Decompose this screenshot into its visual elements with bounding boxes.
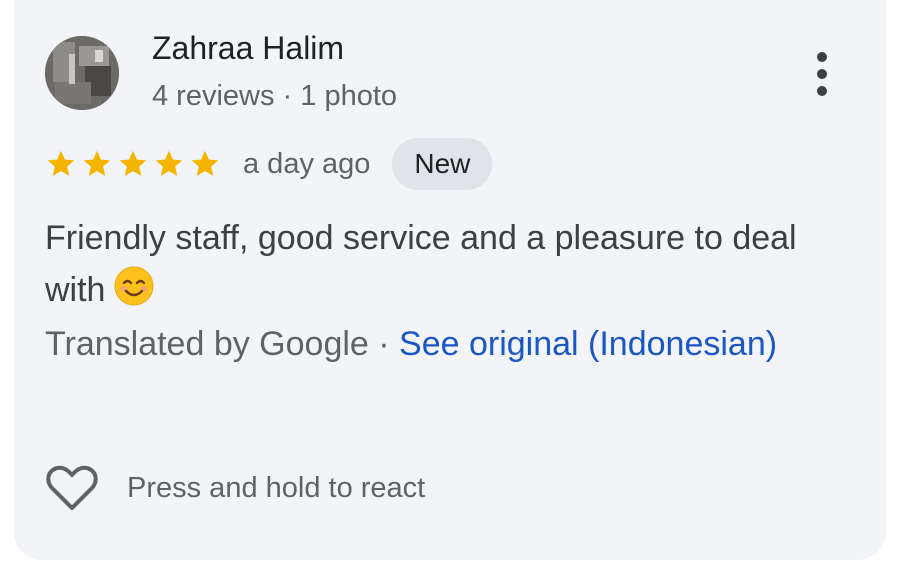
- new-badge: New: [392, 138, 493, 190]
- star-icon: [81, 148, 113, 180]
- rating-row: a day ago New: [45, 138, 493, 190]
- avatar-photo-icon: [45, 36, 119, 110]
- review-text: Friendly staff, good service and a pleas…: [45, 212, 865, 316]
- react-button[interactable]: Press and hold to react: [45, 462, 425, 514]
- reviewer-stats: 4 reviews · 1 photo: [152, 80, 398, 112]
- translation-label: Translated by Google ·: [45, 325, 400, 363]
- translation-note: Translated by Google · See original (Ind…: [45, 318, 865, 370]
- star-icon: [117, 148, 149, 180]
- reviewer-avatar[interactable]: [45, 36, 119, 110]
- see-original-link[interactable]: See original (Indonesian): [399, 325, 777, 363]
- review-card: Zahraa Halim 4 reviews · 1 photo a day a…: [14, 0, 886, 560]
- more-vert-icon-dot: [817, 69, 827, 79]
- more-vert-icon-dot: [817, 52, 827, 62]
- more-vert-icon-dot: [817, 86, 827, 96]
- reviewer-name[interactable]: Zahraa Halim: [152, 30, 344, 67]
- heart-outline-icon: [45, 464, 99, 512]
- review-time: a day ago: [243, 147, 371, 180]
- smiling-face-emoji-icon: [113, 265, 155, 307]
- review-body: Friendly staff, good service and a pleas…: [45, 219, 797, 309]
- star-icon: [45, 148, 77, 180]
- star-rating: [45, 148, 221, 180]
- more-options-button[interactable]: [804, 46, 840, 102]
- star-icon: [153, 148, 185, 180]
- react-label: Press and hold to react: [127, 471, 426, 504]
- star-icon: [189, 148, 221, 180]
